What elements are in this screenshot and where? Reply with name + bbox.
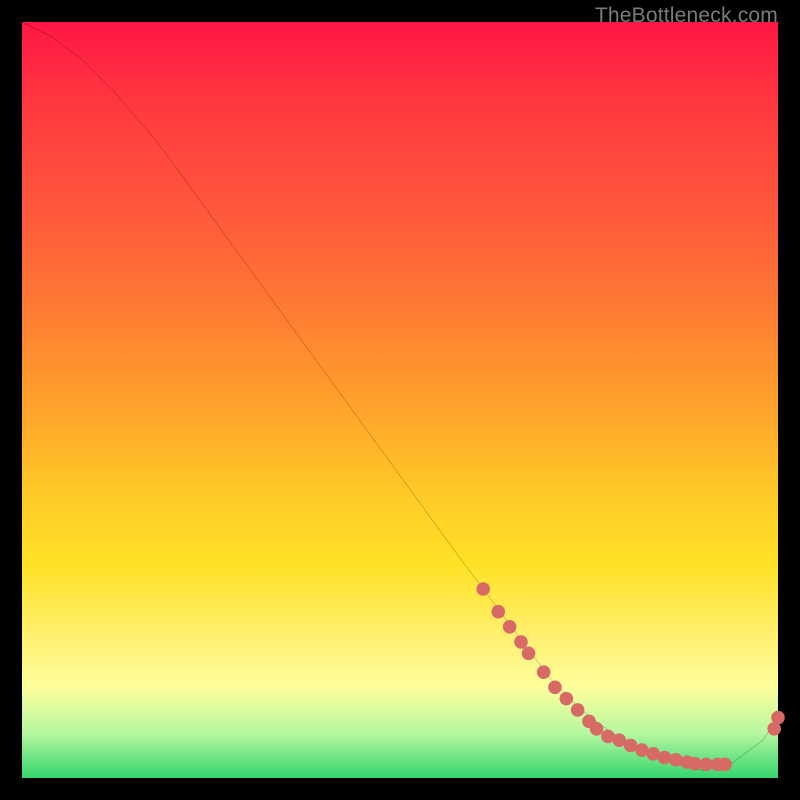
marker-group (476, 582, 784, 771)
marker-dot (718, 758, 732, 772)
marker-dot (491, 605, 505, 619)
marker-dot (771, 711, 785, 725)
marker-dot (476, 582, 490, 596)
chart-stage: TheBottleneck.com (0, 0, 800, 800)
marker-dot (560, 692, 574, 706)
curve-line (22, 22, 778, 770)
chart-overlay (22, 22, 778, 778)
marker-dot (658, 751, 672, 765)
marker-dot (571, 703, 585, 717)
marker-dot (514, 635, 528, 649)
marker-dot (503, 620, 517, 634)
marker-dot (590, 722, 604, 736)
marker-dot (522, 646, 536, 660)
marker-dot (548, 680, 562, 694)
marker-dot (537, 665, 551, 679)
watermark-label: TheBottleneck.com (595, 4, 778, 28)
marker-dot (669, 753, 683, 767)
